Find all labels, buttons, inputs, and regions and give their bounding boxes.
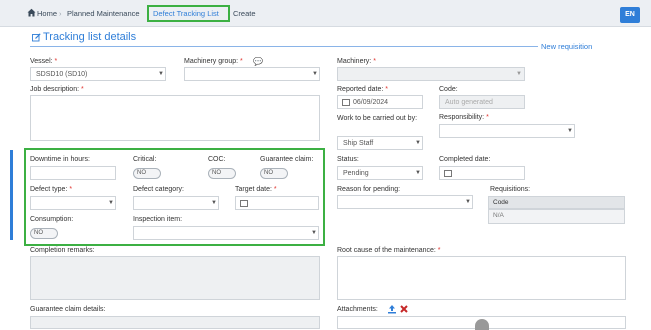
chevron-down-icon: ▼ (108, 200, 114, 206)
defect-category-label: Defect category: (133, 186, 184, 193)
attachments-area[interactable] (337, 316, 626, 330)
requisitions-code-header: Code (488, 196, 625, 209)
page-title: Tracking list details (43, 31, 137, 43)
attachments-label: Attachments: (337, 306, 378, 313)
breadcrumb-create: Create (233, 9, 256, 18)
code-placeholder: Auto generated (445, 99, 493, 106)
consumption-label: Consumption: (30, 216, 74, 223)
chevron-down-icon: ▼ (312, 71, 318, 77)
critical-toggle[interactable]: NO (133, 168, 161, 179)
requisitions-code-cell: N/A (488, 209, 625, 224)
completed-date-field[interactable] (439, 166, 525, 180)
downtime-input[interactable] (30, 166, 116, 180)
vessel-label: Vessel: * (30, 58, 58, 65)
downtime-label: Downtime in hours: (30, 156, 90, 163)
reason-pending-select[interactable]: ▼ (337, 195, 473, 209)
vessel-value: SDSD10 (SD10) (36, 71, 88, 78)
guarantee-claim-label: Guarantee claim: (260, 156, 314, 163)
defect-type-select[interactable]: ▼ (30, 196, 116, 210)
upload-icon[interactable] (387, 304, 397, 314)
title-divider (30, 46, 538, 47)
job-description-label: Job description: * (30, 86, 84, 93)
root-cause-label: Root cause of the maintenance: * (337, 247, 441, 254)
responsibility-label: Responsibility: * (439, 114, 489, 121)
work-carried-value: Ship Staff (343, 140, 374, 147)
completed-date-label: Completed date: (439, 156, 491, 163)
machinery-select[interactable]: ▼ (337, 67, 525, 81)
language-button[interactable]: EN (620, 7, 640, 23)
calendar-icon[interactable] (342, 99, 350, 106)
reported-date-value: 06/09/2024 (353, 99, 389, 106)
left-accent-strip (10, 150, 13, 240)
delete-icon[interactable] (399, 304, 409, 314)
comment-icon[interactable]: 💬 (253, 57, 263, 66)
code-label: Code: (439, 86, 458, 93)
target-date-field[interactable] (235, 196, 319, 210)
chevron-down-icon: ▼ (415, 140, 421, 146)
code-field: Auto generated (439, 95, 525, 109)
chevron-down-icon: ▼ (415, 170, 421, 176)
chevron-down-icon: ▼ (311, 230, 317, 236)
inspection-item-label: Inspection item: (133, 216, 183, 223)
breadcrumb-planned-maintenance[interactable]: Planned Maintenance (67, 9, 140, 18)
critical-label: Critical: (133, 156, 157, 163)
chevron-down-icon: ▼ (567, 128, 573, 134)
calendar-icon[interactable] (444, 170, 452, 177)
consumption-toggle[interactable]: NO (30, 228, 58, 239)
root-cause-textarea[interactable] (337, 256, 626, 300)
reported-date-field[interactable]: 06/09/2024 (337, 95, 423, 109)
chevron-down-icon: ▼ (158, 71, 164, 77)
guarantee-claim-toggle[interactable]: NO (260, 168, 288, 179)
requisitions-label: Requisitions: (490, 186, 531, 193)
machinery-group-label: Machinery group: * (184, 58, 243, 65)
vessel-select[interactable]: SDSD10 (SD10) ▼ (30, 67, 166, 81)
machinery-group-select[interactable]: ▼ (184, 67, 320, 81)
breadcrumb-defect-tracking-list[interactable]: Defect Tracking List (153, 9, 219, 18)
completion-remarks-textarea[interactable] (30, 256, 320, 300)
machinery-label: Machinery: * (337, 58, 376, 65)
coc-label: COC: (208, 156, 226, 163)
home-icon[interactable] (27, 8, 36, 17)
calendar-icon[interactable] (240, 200, 248, 207)
chevron-down-icon: ▼ (211, 200, 217, 206)
reported-date-label: Reported date: * (337, 86, 388, 93)
status-value: Pending (343, 170, 369, 177)
guarantee-details-label: Guarantee claim details: (30, 306, 106, 313)
defect-category-select[interactable]: ▼ (133, 196, 219, 210)
work-carried-label: Work to be carried out by: (337, 115, 418, 122)
guarantee-details-textarea[interactable] (30, 316, 320, 329)
new-requisition-link[interactable]: New requisition (541, 42, 592, 51)
coc-toggle[interactable]: NO (208, 168, 236, 179)
target-date-label: Target date: * (235, 186, 277, 193)
status-label: Status: (337, 156, 359, 163)
inspection-item-select[interactable]: ▼ (133, 226, 319, 240)
breadcrumb-home[interactable]: Home (37, 9, 57, 18)
chevron-down-icon: ▼ (465, 199, 471, 205)
reason-pending-label: Reason for pending: (337, 186, 401, 193)
job-description-textarea[interactable] (30, 95, 320, 141)
chevron-down-icon: ▼ (516, 71, 522, 77)
status-select[interactable]: Pending ▼ (337, 166, 423, 180)
breadcrumb-separator: › (59, 9, 62, 18)
work-carried-select[interactable]: Ship Staff ▼ (337, 136, 423, 150)
completion-remarks-label: Completion remarks: (30, 247, 95, 254)
edit-icon (32, 33, 41, 42)
defect-type-label: Defect type: * (30, 186, 73, 193)
attachment-placeholder-icon (475, 319, 489, 330)
responsibility-select[interactable]: ▼ (439, 124, 575, 138)
